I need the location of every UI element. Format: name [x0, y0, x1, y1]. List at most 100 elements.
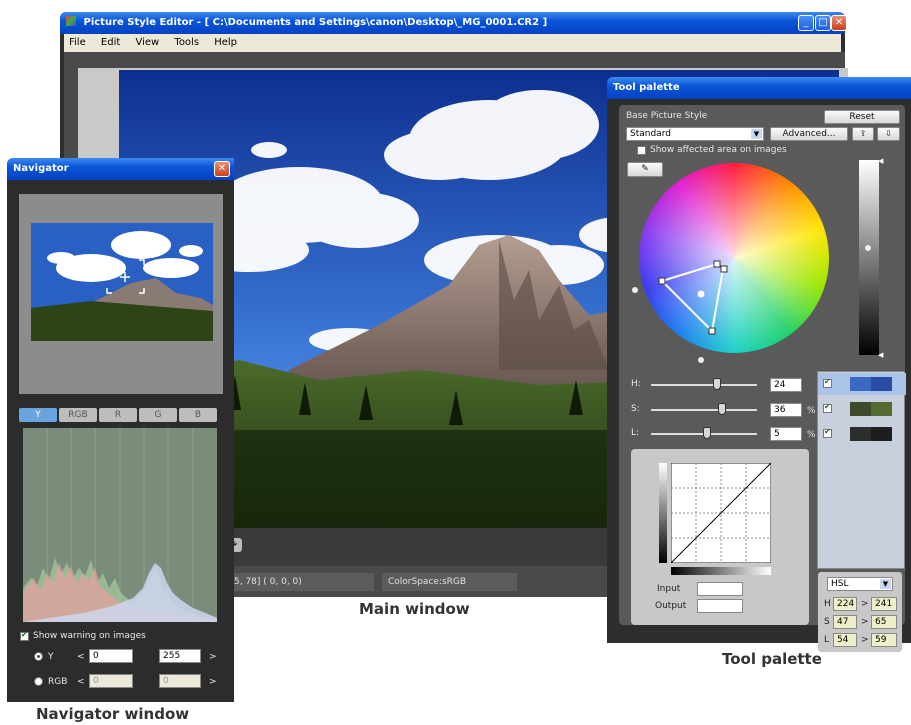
y-radio[interactable] — [34, 652, 43, 661]
tab-g[interactable]: G — [139, 408, 177, 422]
tone-curve-graph[interactable] — [671, 463, 771, 563]
hsl-s-to[interactable]: 65 — [871, 615, 897, 629]
navigator-window: Navigator ✕ Y RGB R G B ✔ Show warning o… — [7, 158, 234, 702]
rgb-low-field[interactable]: 0 — [89, 674, 133, 688]
y-gt: > — [209, 652, 217, 662]
navigator-thumbnail[interactable] — [31, 223, 213, 341]
hsl-h-key: H — [824, 599, 831, 609]
y-lt: < — [77, 652, 85, 662]
save-style-icon[interactable]: ⇩ — [877, 127, 900, 141]
app-icon — [66, 16, 76, 26]
y-low-field[interactable]: 0 — [89, 649, 133, 663]
hsl-h-from[interactable]: 224 — [833, 597, 857, 611]
status-coordinates: 5, 78] ( 0, 0, 0) — [228, 573, 374, 591]
navigator-title-bar[interactable]: Navigator — [7, 158, 234, 180]
output-label: Output — [655, 601, 687, 611]
menu-view[interactable]: View — [135, 37, 159, 48]
swatch-row-2[interactable] — [818, 398, 906, 420]
luminance-bar[interactable] — [859, 160, 879, 355]
rgb-label: RGB — [48, 677, 68, 687]
load-style-icon[interactable]: ⇪ — [852, 127, 874, 141]
tool-body: Base Picture Style Reset Standard ▼ Adva… — [619, 105, 906, 652]
hsl-h-arrow: > — [861, 599, 869, 609]
menu-file[interactable]: File — [69, 37, 86, 48]
style-select[interactable]: Standard ▼ — [626, 127, 764, 141]
style-select-value: Standard — [630, 129, 671, 139]
base-style-label: Base Picture Style — [626, 111, 708, 121]
input-label: Input — [657, 584, 681, 594]
rgb-lt: < — [77, 677, 85, 687]
tab-r[interactable]: R — [99, 408, 137, 422]
h-field[interactable]: 24 — [770, 378, 802, 392]
swatch-2-color — [850, 402, 892, 416]
reset-button[interactable]: Reset — [824, 110, 900, 124]
h-slider-knob[interactable] — [713, 378, 721, 390]
hsl-s-from[interactable]: 47 — [833, 615, 857, 629]
swatch-3-checkbox[interactable] — [823, 427, 832, 438]
tone-curve-vertical-gradient — [659, 463, 667, 563]
y-label: Y — [48, 652, 54, 662]
swatch-row-3[interactable] — [818, 423, 906, 445]
mode-select[interactable]: HSL ▼ — [827, 577, 893, 591]
hsl-s-key: S — [824, 617, 830, 627]
hsl-l-from[interactable]: 54 — [833, 633, 857, 647]
luminance-bottom-marker[interactable]: ◀ — [878, 351, 883, 359]
luminance-handle[interactable] — [865, 245, 871, 251]
rgb-radio[interactable] — [34, 677, 43, 686]
menu-tools[interactable]: Tools — [174, 37, 199, 48]
hsl-l-arrow: > — [861, 635, 869, 645]
l-field[interactable]: 5 — [770, 427, 802, 441]
s-label: S: — [631, 404, 640, 414]
rgb-high-field[interactable]: 0 — [159, 674, 201, 688]
tool-title: Tool palette — [613, 82, 680, 93]
minimize-icon[interactable]: _ — [798, 15, 814, 31]
hsl-h-to[interactable]: 241 — [871, 597, 897, 611]
l-slider-knob[interactable] — [703, 427, 711, 439]
luminance-top-marker[interactable]: ◀ — [878, 157, 883, 165]
show-affected-checkbox[interactable] — [637, 146, 646, 155]
hsl-s-arrow: > — [861, 617, 869, 627]
input-field[interactable] — [697, 582, 743, 596]
y-high-field[interactable]: 255 — [159, 649, 201, 663]
swatch-row-1[interactable] — [818, 373, 906, 395]
navigator-title: Navigator — [13, 163, 69, 174]
show-warning-checkbox[interactable] — [20, 630, 29, 641]
menu-edit[interactable]: Edit — [101, 37, 120, 48]
show-affected-label: Show affected area on images — [650, 145, 787, 155]
hue-range-selector[interactable] — [639, 163, 829, 353]
color-swatch-list — [817, 371, 906, 569]
wheel-handle-left[interactable] — [632, 287, 638, 293]
s-slider-knob[interactable] — [718, 403, 726, 415]
tool-title-bar[interactable]: Tool palette — [607, 77, 911, 99]
close-icon[interactable]: ✕ — [831, 15, 847, 31]
tool-palette-window: Tool palette Base Picture Style Reset St… — [607, 77, 911, 652]
tool-palette-caption: Tool palette — [722, 650, 822, 668]
hsl-l-key: L — [824, 635, 830, 645]
tab-b[interactable]: B — [179, 408, 217, 422]
wheel-handle-bottom[interactable] — [698, 357, 704, 363]
advanced-button[interactable]: Advanced... — [770, 127, 848, 141]
status-colorspace: ColorSpace:sRGB — [382, 573, 517, 591]
show-warning-label: Show warning on images — [33, 631, 146, 641]
maximize-icon[interactable]: □ — [815, 15, 831, 31]
h-slider[interactable] — [651, 384, 757, 386]
histogram-tabs: Y RGB R G B — [19, 408, 219, 422]
tab-y[interactable]: Y — [19, 408, 57, 422]
tone-curve-horizontal-gradient — [671, 567, 771, 575]
swatch-2-checkbox[interactable] — [823, 402, 832, 413]
l-label: L: — [631, 428, 640, 438]
s-slider[interactable] — [651, 409, 757, 411]
swatch-1-checkbox[interactable] — [823, 377, 832, 388]
navigator-caption: Navigator window — [36, 705, 190, 723]
swatch-1-color — [850, 377, 892, 391]
swatch-3-color — [850, 427, 892, 441]
output-field[interactable] — [697, 599, 743, 613]
hsl-l-to[interactable]: 59 — [871, 633, 897, 647]
menu-help[interactable]: Help — [214, 37, 237, 48]
tab-rgb[interactable]: RGB — [59, 408, 97, 422]
histogram — [23, 428, 217, 622]
s-field[interactable]: 36 — [770, 403, 802, 417]
main-title-bar[interactable]: Picture Style Editor - [ C:\Documents an… — [60, 12, 845, 34]
close-icon[interactable]: ✕ — [214, 161, 230, 177]
l-percent: % — [807, 430, 816, 440]
